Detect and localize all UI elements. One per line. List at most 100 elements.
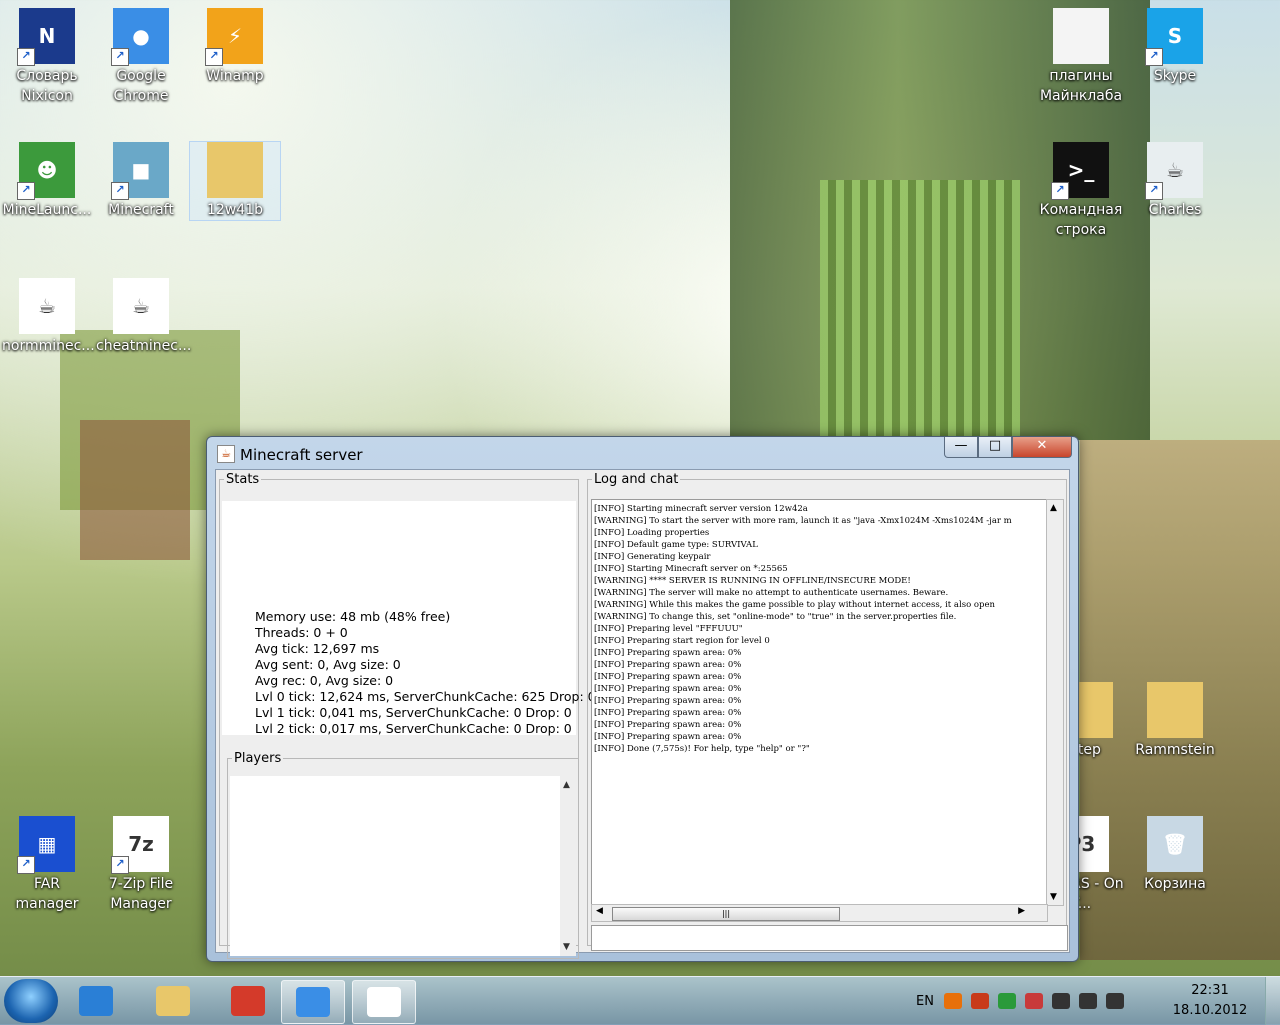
network-icon[interactable]: [1078, 993, 1097, 1009]
start-button[interactable]: [4, 979, 58, 1023]
taskbar-button-chrome[interactable]: [281, 980, 345, 1024]
stats-area: Memory use: 48 mb (48% free) Threads: 0 +…: [222, 501, 596, 736]
desktop-icon-minecraft[interactable]: ■ ↗ Minecraft: [96, 142, 186, 220]
stats-line: Lvl 2 tick: 0,017 ms, ServerChunkCache: …: [255, 721, 572, 736]
desktop-icon-recycle[interactable]: 🗑 Корзина: [1130, 816, 1220, 894]
stats-line: Avg rec: 0, Avg size: 0: [255, 673, 394, 688]
shortcut-arrow-icon: ↗: [17, 48, 35, 66]
desktop-icon-charles[interactable]: ☕ ↗ Charles: [1130, 142, 1220, 220]
skype-icon: S ↗: [1145, 8, 1203, 66]
folder-icon: [207, 142, 263, 198]
desktop-icon-folder12w41b[interactable]: 12w41b: [189, 141, 281, 221]
desktop-icon-skype[interactable]: S ↗ Skype: [1130, 8, 1220, 86]
log-lines: [INFO] Starting minecraft server version…: [592, 500, 1047, 758]
recycle-bin-icon: 🗑: [1147, 816, 1203, 872]
close-button[interactable]: ✕: [1012, 437, 1072, 458]
stats-line: Avg tick: 12,697 ms: [255, 641, 380, 656]
speaker-icon[interactable]: [1105, 993, 1124, 1009]
language-indicator[interactable]: EN: [916, 994, 934, 1009]
log-line: [WARNING] While this makes the game poss…: [594, 600, 995, 610]
folder-icon: [1147, 682, 1203, 738]
log-legend: Log and chat: [594, 472, 679, 487]
log-line: [INFO] Default game type: SURVIVAL: [594, 540, 758, 550]
calendar-321-icon: [231, 986, 265, 1016]
desktop-icon-label: Корзина: [1144, 876, 1206, 892]
desktop-icon-label: FAR manager: [15, 876, 79, 912]
scroll-down-icon[interactable]: ▼: [563, 942, 570, 952]
log-vertical-scrollbar[interactable]: ▲ ▼: [1046, 499, 1064, 906]
log-text-area[interactable]: [INFO] Starting minecraft server version…: [591, 499, 1048, 906]
desktop-icon-7zip[interactable]: 7z ↗ 7-Zip File Manager: [96, 816, 186, 914]
desktop-icon-farmanager[interactable]: ▦ ↗ FAR manager: [2, 816, 92, 914]
clock-time: 22:31: [1191, 983, 1229, 998]
desktop-icon-cmd[interactable]: >_ ↗ Командная строка: [1036, 142, 1126, 240]
log-panel: Log and chat [INFO] Starting minecraft s…: [587, 472, 1068, 951]
taskbar-button-countdown[interactable]: [217, 980, 279, 1022]
scroll-left-icon[interactable]: ◀: [596, 906, 603, 916]
taskbar-button-media-player[interactable]: [65, 980, 127, 1022]
taskbar-button-java[interactable]: [352, 980, 416, 1024]
window-title: Minecraft server: [240, 446, 363, 464]
log-line: [INFO] Starting minecraft server version…: [594, 504, 808, 514]
stats-legend: Stats: [226, 472, 260, 487]
shortcut-arrow-icon: ↗: [1145, 182, 1163, 200]
scroll-up-icon[interactable]: ▲: [1050, 503, 1057, 513]
bluetooth-icon[interactable]: [1024, 993, 1043, 1009]
log-line: [WARNING] To change this, set "online-mo…: [594, 612, 957, 622]
log-line: [INFO] Loading properties: [594, 528, 710, 538]
scroll-thumb[interactable]: |||: [612, 907, 840, 921]
flag-icon[interactable]: [1051, 993, 1070, 1009]
stats-line: Threads: 0 + 0: [255, 625, 348, 640]
desktop-icon-label: Minecraft: [108, 202, 174, 218]
title-bar[interactable]: ☕ Minecraft server — □ ✕: [207, 437, 1078, 469]
stats-line: Avg sent: 0, Avg size: 0: [255, 657, 401, 672]
clock[interactable]: 22:31 18.10.2012: [1170, 981, 1250, 1021]
desktop-icon-label: 12w41b: [207, 202, 263, 218]
window-client: Stats Memory use: 48 mb (48% free) Thread…: [215, 469, 1070, 959]
network-green-icon[interactable]: [997, 993, 1016, 1009]
players-scrollbar[interactable]: ▲ ▼: [560, 776, 576, 956]
orange-app-icon[interactable]: [943, 993, 962, 1009]
java-file-icon: ☕: [19, 278, 75, 334]
players-panel: Players ▲ ▼: [227, 751, 579, 959]
shortcut-arrow-icon: ↗: [1051, 182, 1069, 200]
show-desktop-button[interactable]: [1265, 977, 1280, 1025]
minecraft-server-window[interactable]: ☕ Minecraft server — □ ✕ Stats Memory us…: [206, 436, 1079, 962]
log-line: [INFO] Preparing spawn area: 0%: [594, 708, 742, 718]
java-icon: ☕: [217, 445, 235, 463]
players-legend: Players: [234, 751, 282, 766]
desktop-icon-label: Словарь Nixicon: [16, 68, 78, 104]
maximize-button[interactable]: □: [978, 437, 1012, 458]
players-list[interactable]: [230, 776, 560, 956]
java-icon: [367, 987, 401, 1017]
desktop-icon-plugins[interactable]: плагины Майнклаба: [1036, 8, 1126, 106]
scroll-right-icon[interactable]: ▶: [1018, 906, 1025, 916]
document-icon: [1053, 8, 1109, 64]
desktop-icon-label: Rammstein: [1135, 742, 1215, 758]
log-horizontal-scrollbar[interactable]: ◀ ||| ▶: [591, 904, 1048, 922]
minimize-button[interactable]: —: [944, 437, 978, 458]
desktop-icon-minelauncher[interactable]: ☻ ↗ MineLaunc...: [2, 142, 92, 220]
shortcut-arrow-icon: ↗: [1145, 48, 1163, 66]
volume-icon[interactable]: [970, 993, 989, 1009]
desktop-icon-slovar[interactable]: N ↗ Словарь Nixicon: [2, 8, 92, 106]
desktop-icon-cheatminecraft[interactable]: ☕ cheatminec...: [96, 278, 191, 356]
nixicon-icon: N ↗: [17, 8, 75, 66]
chrome-icon: ● ↗: [111, 8, 169, 66]
log-line: [INFO] Preparing spawn area: 0%: [594, 660, 742, 670]
taskbar-button-explorer[interactable]: [142, 980, 204, 1022]
shortcut-arrow-icon: ↗: [205, 48, 223, 66]
scroll-down-icon[interactable]: ▼: [1050, 892, 1057, 902]
desktop-icon-label: Google Chrome: [113, 68, 169, 104]
desktop-icon-rammstein[interactable]: Rammstein: [1130, 682, 1220, 760]
desktop-icon-label: Командная строка: [1039, 202, 1123, 238]
command-input[interactable]: [591, 925, 1068, 951]
stats-line: Memory use: 48 mb (48% free): [255, 609, 451, 624]
log-line: [INFO] Preparing spawn area: 0%: [594, 720, 742, 730]
log-line: [WARNING] **** SERVER IS RUNNING IN OFFL…: [594, 576, 911, 586]
stats-line: Lvl 1 tick: 0,041 ms, ServerChunkCache: …: [255, 705, 572, 720]
desktop-icon-winamp[interactable]: ⚡ ↗ Winamp: [190, 8, 280, 86]
desktop-icon-normminecraft[interactable]: ☕ normminec...: [2, 278, 95, 356]
desktop-icon-chrome[interactable]: ● ↗ Google Chrome: [96, 8, 186, 106]
scroll-up-icon[interactable]: ▲: [563, 780, 570, 790]
